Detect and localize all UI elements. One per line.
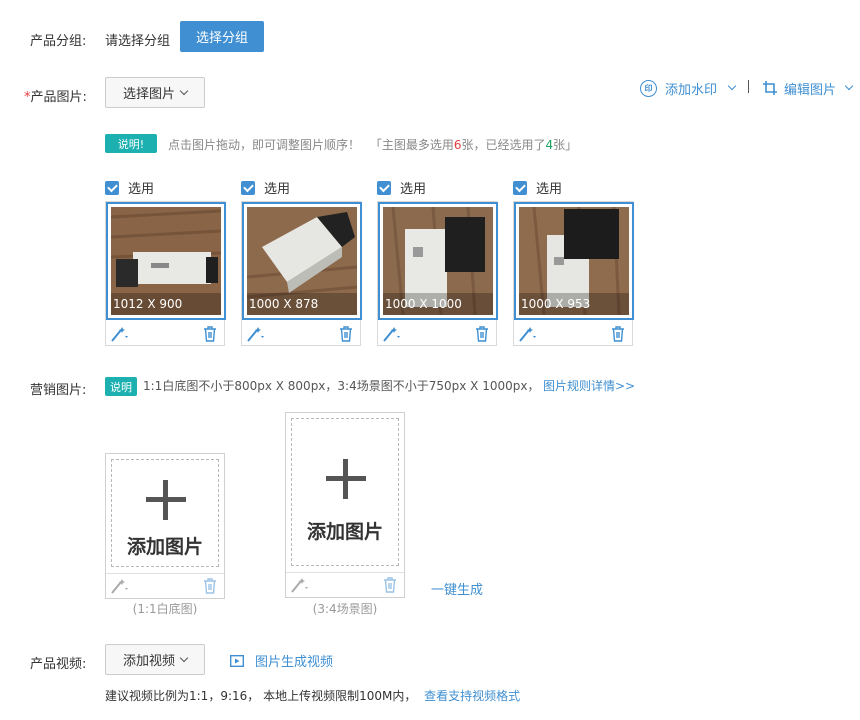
product-photo[interactable]: 1000 X 878 [242, 202, 362, 320]
product-video-label: 产品视频: [30, 657, 87, 672]
note-tag: 说明! [105, 134, 157, 153]
product-photo[interactable]: 1000 X 1000 [378, 202, 498, 320]
upload-area[interactable]: 添加图片 [291, 418, 399, 566]
checkbox-checked-icon[interactable] [241, 181, 255, 195]
product-image-card[interactable]: 1000 X 878 [241, 201, 362, 346]
video-hint: 建议视频比例为1:1，9:16， 本地上传视频限制100M内， 查看支持视频格式 [105, 689, 521, 703]
chevron-down-icon [179, 653, 189, 662]
scene-caption: (3:4场景图) [312, 602, 378, 616]
magic-wand-icon[interactable] [246, 325, 268, 343]
product-images-label: *产品图片: [24, 90, 87, 105]
magic-wand-icon[interactable] [518, 325, 540, 343]
upload-area[interactable]: 添加图片 [111, 459, 219, 567]
divider [106, 573, 224, 574]
magic-wand-icon[interactable] [382, 325, 404, 343]
image-dimensions: 1000 X 878 [247, 293, 357, 315]
image-select-1[interactable]: 选用 [105, 179, 154, 197]
checkbox-checked-icon[interactable] [377, 181, 391, 195]
add-video-button[interactable]: 添加视频 [105, 644, 205, 675]
product-image-card[interactable]: 1000 X 1000 [377, 201, 498, 346]
image-toolbar [242, 322, 360, 346]
divider [286, 572, 404, 573]
chevron-down-icon [727, 81, 737, 91]
marketing-note: 1:1白底图不小于800px X 800px，3:4场景图不小于750px X … [143, 379, 540, 393]
plus-icon [326, 459, 366, 499]
group-placeholder-text: 请选择分组 [105, 34, 171, 49]
image-dimensions: 1000 X 953 [519, 293, 629, 315]
trash-icon[interactable] [202, 577, 218, 595]
product-image-card[interactable]: 1012 X 900 [105, 201, 226, 346]
image-select-3[interactable]: 选用 [377, 179, 426, 197]
product-photo[interactable]: 1012 X 900 [106, 202, 226, 320]
one-click-generate-link[interactable]: 一键生成 [431, 579, 483, 598]
image-select-4[interactable]: 选用 [513, 179, 562, 197]
max-count: 6 [453, 138, 462, 152]
add-image-text: 添加图片 [306, 521, 383, 543]
chevron-down-icon [179, 86, 189, 95]
image-select-2[interactable]: 选用 [241, 179, 290, 197]
select-group-button[interactable]: 选择分组 [180, 21, 264, 52]
square-caption: (1:1白底图) [132, 602, 198, 616]
image-dimensions: 1012 X 900 [111, 293, 221, 315]
video-icon [230, 654, 244, 667]
image-dimensions: 1000 X 1000 [383, 293, 493, 315]
magic-wand-icon[interactable] [290, 576, 312, 594]
magic-wand-icon[interactable] [110, 325, 132, 343]
checkbox-checked-icon[interactable] [105, 181, 119, 195]
crop-icon [763, 81, 777, 95]
generate-video-from-images-link[interactable]: 图片生成视频 [230, 651, 333, 670]
select-images-button[interactable]: 选择图片 [105, 77, 205, 108]
edit-images-button[interactable]: 编辑图片 [762, 78, 854, 98]
image-rules-link[interactable]: 图片规则详情>> [543, 377, 635, 394]
product-photo[interactable]: 1000 X 953 [514, 202, 634, 320]
plus-icon [146, 480, 186, 520]
add-square-image-box[interactable]: 添加图片 [105, 453, 225, 599]
trash-icon[interactable] [338, 325, 354, 343]
checkbox-checked-icon[interactable] [513, 181, 527, 195]
marketing-images-label: 营销图片: [30, 383, 87, 398]
trash-icon[interactable] [610, 325, 626, 343]
image-order-note: 点击图片拖动，即可调整图片顺序！ 「主图最多选用6张，已经选用了4张」 [168, 138, 578, 152]
add-scene-image-box[interactable]: 添加图片 [285, 412, 405, 598]
chevron-down-icon [844, 81, 854, 91]
trash-icon[interactable] [382, 576, 398, 594]
trash-icon[interactable] [202, 325, 218, 343]
supported-formats-link[interactable]: 查看支持视频格式 [424, 689, 520, 703]
image-toolbar [378, 322, 496, 346]
divider [748, 80, 749, 93]
magic-wand-icon[interactable] [110, 577, 132, 595]
add-image-text: 添加图片 [126, 536, 203, 558]
selected-count: 4 [545, 138, 554, 152]
product-image-card[interactable]: 1000 X 953 [513, 201, 634, 346]
product-group-label: 产品分组: [30, 34, 87, 49]
watermark-icon: 印 [640, 79, 657, 97]
note-tag: 说明 [105, 377, 137, 396]
image-toolbar [514, 322, 632, 346]
trash-icon[interactable] [474, 325, 490, 343]
add-watermark-button[interactable]: 印 添加水印 [640, 78, 737, 98]
image-toolbar [106, 322, 224, 346]
